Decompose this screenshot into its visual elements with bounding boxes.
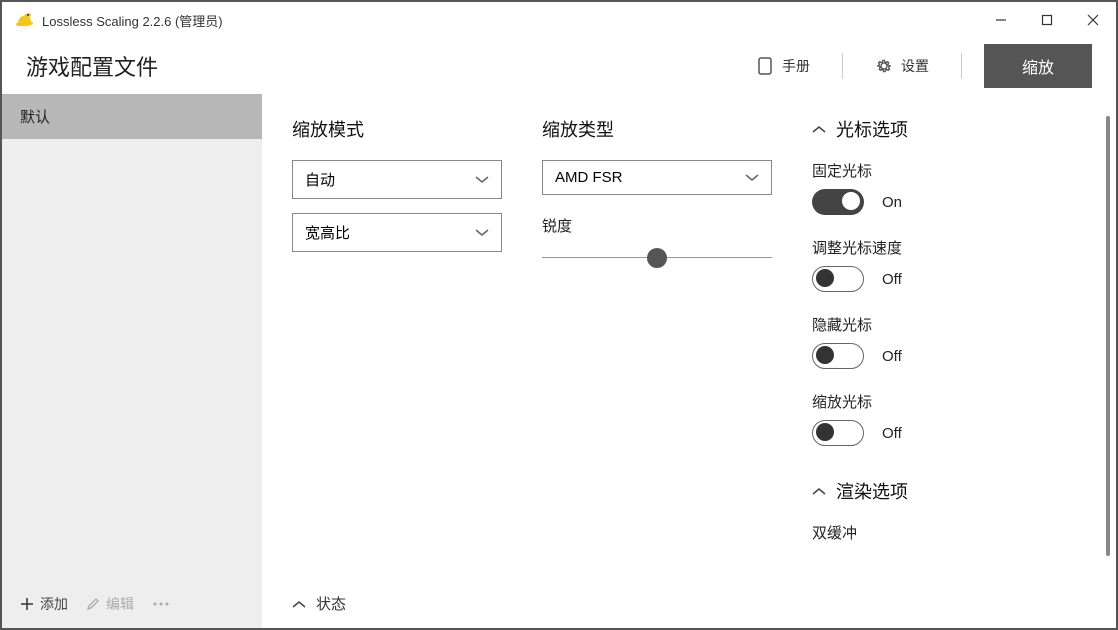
hide-cursor-label: 隐藏光标: [812, 314, 1086, 335]
scaling-mode-column: 缩放模式 自动 宽高比: [292, 116, 512, 628]
slider-thumb[interactable]: [647, 248, 667, 268]
edit-label: 编辑: [106, 594, 134, 614]
sidebar: 默认 添加 编辑: [2, 94, 262, 628]
chevron-up-icon: [292, 600, 306, 608]
scaling-mode-label: 缩放模式: [292, 116, 512, 142]
main-panel: 缩放模式 自动 宽高比 缩放类型 AMD FSR 锐度: [262, 94, 1116, 628]
window-title: Lossless Scaling 2.2.6 (管理员): [42, 11, 978, 30]
page-title: 游戏配置文件: [26, 50, 732, 82]
scaling-type-label: 缩放类型: [542, 116, 782, 142]
scale-cursor-label: 缩放光标: [812, 391, 1086, 412]
fixed-cursor-row: On: [812, 189, 1086, 215]
hide-cursor-toggle[interactable]: [812, 343, 864, 369]
settings-label: 设置: [901, 56, 929, 76]
sharpness-slider[interactable]: [542, 246, 772, 270]
chevron-up-icon: [812, 125, 826, 133]
gear-icon: [875, 57, 893, 75]
toggle-knob: [816, 346, 834, 364]
adjust-speed-row: Off: [812, 266, 1086, 292]
pencil-icon: [86, 597, 100, 611]
cursor-options-label: 光标选项: [836, 116, 908, 142]
toggle-knob: [842, 192, 860, 210]
divider: [961, 53, 962, 79]
adjust-speed-toggle[interactable]: [812, 266, 864, 292]
toggle-state: Off: [882, 425, 902, 442]
toggle-knob: [816, 269, 834, 287]
book-icon: [758, 57, 774, 75]
divider: [842, 53, 843, 79]
close-button[interactable]: [1070, 2, 1116, 38]
titlebar: Lossless Scaling 2.2.6 (管理员): [2, 2, 1116, 38]
sharpness-label: 锐度: [542, 215, 782, 236]
toggle-state: Off: [882, 348, 902, 365]
scaling-type-dropdown[interactable]: AMD FSR: [542, 160, 772, 195]
dropdown-value: AMD FSR: [555, 169, 623, 186]
scale-cursor-toggle[interactable]: [812, 420, 864, 446]
app-icon: [14, 10, 34, 30]
settings-button[interactable]: 设置: [865, 50, 939, 82]
edit-profile-button[interactable]: 编辑: [86, 594, 134, 614]
status-bar[interactable]: 状态: [292, 593, 346, 614]
toggle-state: Off: [882, 271, 902, 288]
content: 默认 添加 编辑: [2, 94, 1116, 628]
scale-button[interactable]: 缩放: [984, 44, 1092, 88]
hide-cursor-row: Off: [812, 343, 1086, 369]
dropdown-value: 自动: [305, 169, 335, 190]
profile-item-default[interactable]: 默认: [2, 94, 262, 139]
sidebar-toolbar: 添加 编辑: [2, 580, 262, 628]
header: 游戏配置文件 手册 设置 缩放: [2, 38, 1116, 94]
double-buffer-label: 双缓冲: [812, 522, 1086, 543]
render-options-header[interactable]: 渲染选项: [812, 478, 1086, 504]
app-window: Lossless Scaling 2.2.6 (管理员) 游戏配置文件 手册: [0, 0, 1118, 630]
window-controls: [978, 2, 1116, 38]
chevron-down-icon: [745, 174, 759, 182]
scaling-mode-dropdown-2[interactable]: 宽高比: [292, 213, 502, 252]
dots-icon: [152, 601, 170, 607]
fixed-cursor-label: 固定光标: [812, 160, 1086, 181]
scaling-mode-dropdown-1[interactable]: 自动: [292, 160, 502, 199]
scrollbar[interactable]: [1106, 116, 1110, 556]
fixed-cursor-toggle[interactable]: [812, 189, 864, 215]
dropdown-value: 宽高比: [305, 222, 350, 243]
sidebar-spacer: [2, 139, 262, 580]
manual-label: 手册: [782, 56, 810, 76]
chevron-up-icon: [812, 487, 826, 495]
render-options-label: 渲染选项: [836, 478, 908, 504]
more-button[interactable]: [152, 601, 170, 607]
options-column: 光标选项 固定光标 On 调整光标速度 Off 隐藏光标 Off: [812, 116, 1106, 628]
maximize-button[interactable]: [1024, 2, 1070, 38]
chevron-down-icon: [475, 176, 489, 184]
chevron-down-icon: [475, 229, 489, 237]
add-label: 添加: [40, 594, 68, 614]
minimize-button[interactable]: [978, 2, 1024, 38]
status-label: 状态: [316, 593, 346, 614]
adjust-speed-label: 调整光标速度: [812, 237, 1086, 258]
toggle-knob: [816, 423, 834, 441]
scaling-type-column: 缩放类型 AMD FSR 锐度: [542, 116, 782, 628]
manual-button[interactable]: 手册: [748, 50, 820, 82]
plus-icon: [20, 597, 34, 611]
toggle-state: On: [882, 194, 902, 211]
scale-cursor-row: Off: [812, 420, 1086, 446]
cursor-options-header[interactable]: 光标选项: [812, 116, 1086, 142]
add-profile-button[interactable]: 添加: [20, 594, 68, 614]
